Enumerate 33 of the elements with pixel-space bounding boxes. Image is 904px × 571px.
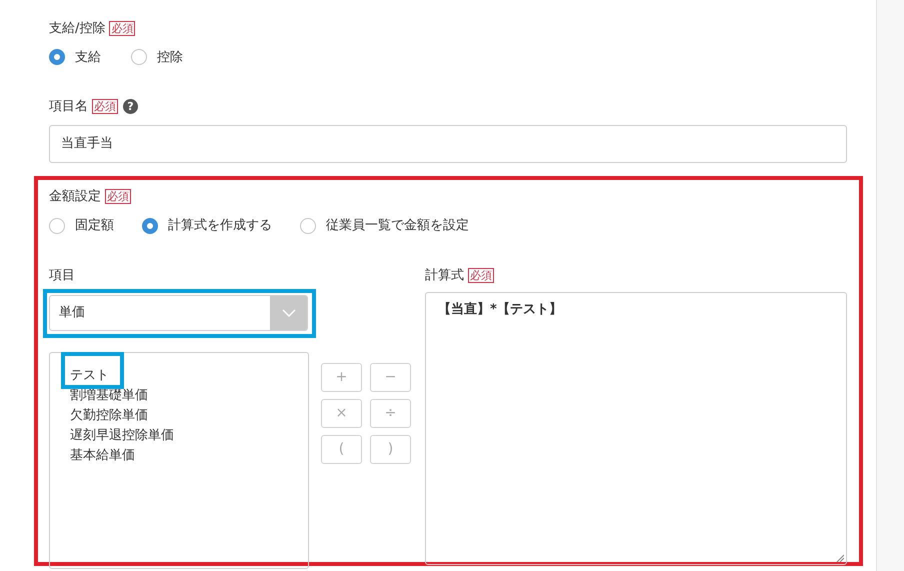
field-label: 計算式 [425, 266, 464, 284]
item-select[interactable]: 単価 [49, 295, 308, 331]
item-name-field[interactable]: 当直手当 [49, 124, 847, 162]
radio-option[interactable]: 計算式を作成する [142, 216, 272, 236]
radio-icon [49, 49, 65, 66]
radio-option[interactable]: 従業員一覧で金額を設定 [300, 216, 469, 236]
select-value: 単価 [58, 304, 86, 322]
list-item[interactable]: テスト [70, 366, 308, 386]
radio-icon [131, 49, 147, 66]
required-badge: 必須 [109, 21, 136, 36]
formula-textarea[interactable]: 【当直】*【テスト】 [425, 292, 847, 565]
field-label: 金額設定 [49, 188, 101, 206]
list-item[interactable]: 遅刻早退控除単価 [70, 426, 308, 446]
field-label: 支給/控除 [49, 20, 106, 38]
radio-icon [49, 218, 65, 234]
required-badge: 必須 [468, 268, 494, 283]
item-listbox[interactable]: テスト 割増基礎単価 欠勤控除単価 遅刻早退控除単価 基本給単価 [49, 352, 309, 569]
required-badge: 必須 [105, 188, 131, 204]
radio-icon [300, 218, 316, 234]
list-item[interactable]: 割増基礎単価 [70, 386, 308, 406]
field-label: 項目名 [49, 98, 88, 116]
field-label: 項目 [49, 266, 76, 284]
radio-icon [142, 218, 158, 234]
chevron-down-icon [270, 296, 307, 330]
required-badge: 必須 [92, 99, 118, 114]
formula-text: 【当直】*【テスト】 [438, 302, 562, 317]
resize-handle-icon[interactable] [836, 554, 844, 562]
radio-option[interactable]: 控除 [131, 48, 183, 67]
list-item[interactable]: 欠勤控除単価 [70, 406, 308, 426]
list-item[interactable]: 基本給単価 [70, 446, 308, 466]
help-icon[interactable]: ? [123, 99, 138, 114]
radio-option[interactable]: 支給 [49, 48, 101, 67]
radio-option[interactable]: 固定額 [49, 216, 114, 236]
